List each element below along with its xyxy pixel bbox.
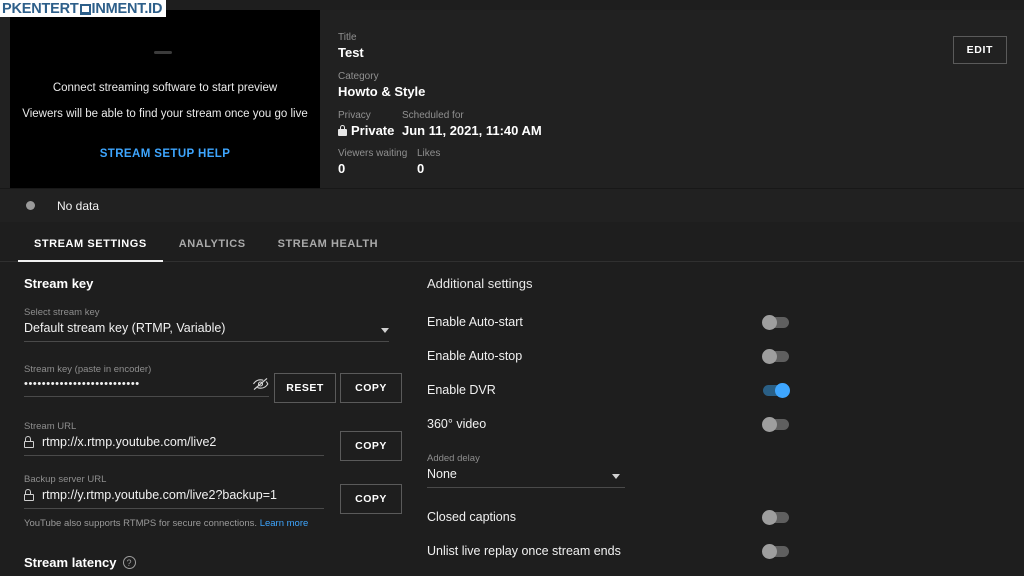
closed-captions-toggle[interactable] [762,509,789,525]
setting-row-closed-captions: Closed captions [427,500,789,534]
auto-start-label: Enable Auto-start [427,315,523,329]
unlock-icon [24,436,34,448]
select-stream-key-field[interactable]: Select stream key Default stream key (RT… [24,307,389,342]
backup-url-value: rtmp://y.rtmp.youtube.com/live2?backup=1 [42,488,277,502]
title-label: Title [338,32,357,43]
watermark-text: PKENTERT INMENT.ID [2,1,162,17]
select-stream-key-label: Select stream key [24,307,100,318]
video-360-label: 360° video [427,417,487,431]
backup-url-field[interactable]: Backup server URL rtmp://y.rtmp.youtube.… [24,474,402,514]
rtmps-note-text: YouTube also supports RTMPS for secure c… [24,518,258,529]
copy-backup-url-button[interactable]: COPY [340,484,402,514]
scheduled-label: Scheduled for [402,110,464,121]
tab-stream-settings[interactable]: STREAM SETTINGS [18,238,163,262]
category-label: Category [338,71,379,82]
stream-header-panel: Connect streaming software to start prev… [0,10,1024,188]
chevron-down-icon-delay[interactable] [612,474,620,479]
stream-setup-help-link[interactable]: STREAM SETUP HELP [10,148,320,160]
title-value: Test [338,45,364,60]
stream-metadata: Title Test Category Howto & Style Privac… [320,10,1024,188]
viewers-waiting-label: Viewers waiting [338,148,408,159]
scheduled-value: Jun 11, 2021, 11:40 AM [402,123,542,138]
scheduled-block: Scheduled for Jun 11, 2021, 11:40 AM [402,110,542,138]
preview-line-2: Viewers will be able to find your stream… [22,108,308,120]
additional-settings-column: Additional settings Enable Auto-start En… [427,262,807,568]
unlist-replay-label: Unlist live replay once stream ends [427,544,621,558]
preview-line-1: Connect streaming software to start prev… [52,82,278,94]
viewers-waiting-block: Viewers waiting 0 [338,148,417,176]
learn-more-link[interactable]: Learn more [260,518,309,529]
youtube-studio-live-control-room: PKENTERT INMENT.ID Connect streaming soft… [0,0,1024,576]
watermark-text-before: PKENTERT [2,0,79,17]
likes-block: Likes 0 [417,148,440,176]
lock-icon [338,125,347,136]
closed-captions-label: Closed captions [427,510,516,524]
setting-row-dvr: Enable DVR [427,373,790,407]
likes-value: 0 [417,161,425,176]
status-dot-icon [26,201,35,210]
unlist-replay-toggle[interactable] [762,543,789,559]
privacy-label: Privacy [338,110,371,121]
auto-start-toggle[interactable] [762,314,789,330]
edit-button[interactable]: EDIT [952,36,1007,64]
privacy-block: Privacy Private [338,110,402,138]
viewers-waiting-value: 0 [338,161,346,176]
added-delay-value: None [427,467,457,481]
tab-stream-health[interactable]: STREAM HEALTH [262,238,394,261]
title-block: Title Test [338,32,1024,60]
setting-row-auto-stop: Enable Auto-stop [427,339,789,373]
watermark-text-after: INMENT.ID [91,0,163,17]
added-delay-label: Added delay [427,453,480,464]
status-text: No data [57,198,100,213]
counts-row: Viewers waiting 0 Likes 0 [338,148,1024,176]
stream-url-value: rtmp://x.rtmp.youtube.com/live2 [42,435,217,449]
preview-messages: Connect streaming software to start prev… [10,82,320,120]
stream-key-label: Stream key (paste in encoder) [24,364,152,375]
stream-preview: Connect streaming software to start prev… [10,10,320,188]
stream-key-column: Stream key Select stream key Default str… [24,262,404,576]
unlock-icon-backup [24,489,34,501]
eye-off-icon[interactable] [252,377,269,391]
privacy-value-wrap: Private [338,123,402,138]
setting-row-360-video: 360° video [427,407,789,441]
stream-key-field[interactable]: Stream key (paste in encoder) ••••••••••… [24,364,402,403]
chevron-down-icon[interactable] [381,328,389,333]
dvr-toggle[interactable] [763,382,790,398]
copy-stream-url-button[interactable]: COPY [340,431,402,461]
backup-url-label: Backup server URL [24,474,107,485]
rtmps-note: YouTube also supports RTMPS for secure c… [24,518,404,529]
tab-bar: STREAM SETTINGS ANALYTICS STREAM HEALTH [0,224,1024,262]
tab-analytics[interactable]: ANALYTICS [163,238,262,261]
additional-settings-title: Additional settings [427,276,533,291]
stream-latency-heading: Stream latency [24,555,117,570]
likes-label: Likes [417,148,441,159]
stream-key-section-title: Stream key [24,276,94,291]
setting-row-unlist-replay: Unlist live replay once stream ends [427,534,789,568]
copy-stream-key-button[interactable]: COPY [340,373,402,403]
stream-key-value: •••••••••••••••••••••••••• [24,378,140,390]
select-stream-key-value: Default stream key (RTMP, Variable) [24,321,226,335]
stream-url-label: Stream URL [24,421,77,432]
privacy-value: Private [351,123,395,138]
dvr-label: Enable DVR [427,383,496,397]
reset-stream-key-button[interactable]: RESET [274,373,336,403]
stream-url-field[interactable]: Stream URL rtmp://x.rtmp.youtube.com/liv… [24,421,402,461]
monitor-glyph-icon [79,4,91,15]
auto-stop-toggle[interactable] [762,348,789,364]
help-icon[interactable]: ? [122,556,136,569]
stream-status-bar: No data [0,188,1024,222]
category-value: Howto & Style [338,84,426,99]
auto-stop-label: Enable Auto-stop [427,349,523,363]
video-360-toggle[interactable] [762,416,789,432]
setting-row-auto-start: Enable Auto-start [427,305,789,339]
privacy-schedule-row: Privacy Private Scheduled for Jun 11, 20… [338,110,1024,138]
site-watermark: PKENTERT INMENT.ID [0,0,167,17]
loading-spinner-icon [154,43,176,65]
stream-latency-heading-row: Stream latency ? [24,555,404,570]
added-delay-field[interactable]: Added delay None [427,453,625,488]
category-block: Category Howto & Style [338,71,1024,99]
